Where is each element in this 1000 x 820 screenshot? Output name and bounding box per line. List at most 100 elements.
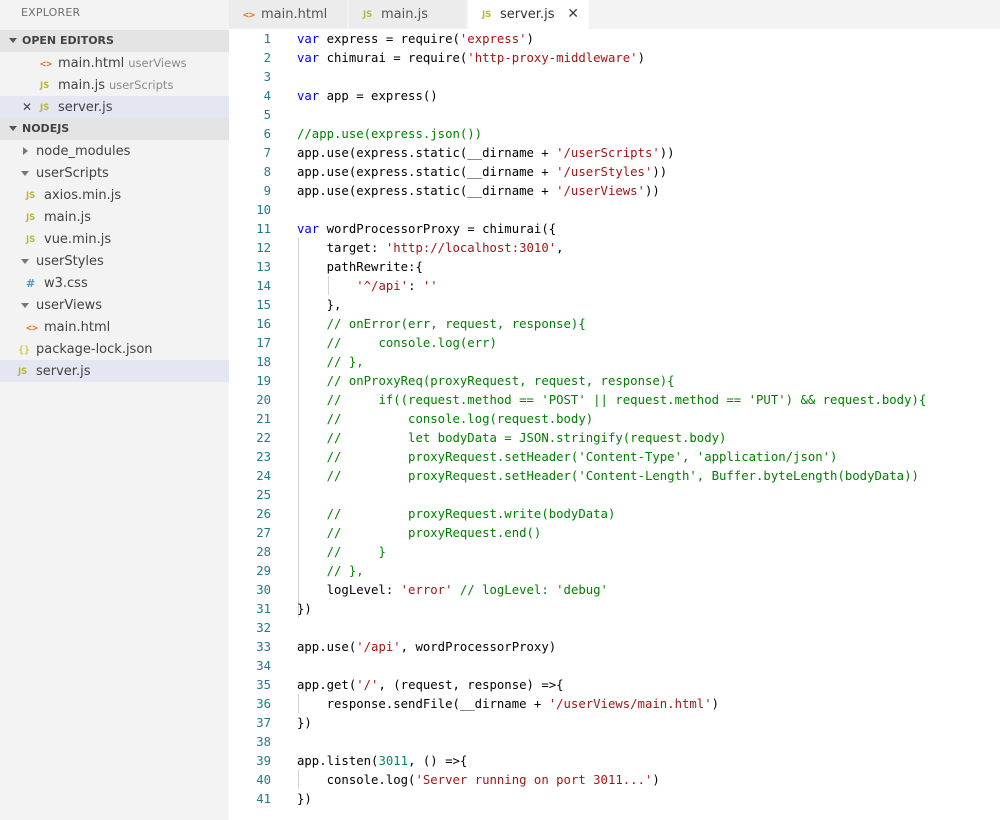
line-number: 40: [256, 773, 271, 787]
line-number: 8: [263, 165, 271, 179]
tree-item-label: userScripts: [36, 166, 109, 181]
open-editor-label: main.js: [58, 78, 105, 93]
line-number: 10: [256, 203, 271, 217]
line-number: 6: [263, 127, 271, 141]
code-text[interactable]: }): [297, 714, 312, 733]
code-text[interactable]: var app = express(): [297, 87, 438, 106]
line-number: 35: [256, 678, 271, 692]
code-text[interactable]: target: 'http://localhost:3010',: [297, 239, 564, 258]
tree-folder-node-modules[interactable]: node_modules: [0, 140, 229, 162]
js-file-icon: JS: [40, 103, 50, 113]
tree-file-w3css[interactable]: # w3.css: [0, 272, 229, 294]
tree-file-main-js[interactable]: JS main.js: [0, 206, 229, 228]
tree-item-label: package-lock.json: [36, 342, 153, 357]
line-number: 24: [256, 469, 271, 483]
code-text[interactable]: console.log('Server running on port 3011…: [297, 771, 660, 790]
line-number: 5: [263, 108, 271, 122]
code-text[interactable]: app.use(express.static(__dirname + '/use…: [297, 182, 660, 201]
tree-item-label: server.js: [36, 364, 91, 379]
code-text[interactable]: // console.log(err): [297, 334, 497, 353]
code-text[interactable]: // let bodyData = JSON.stringify(request…: [297, 429, 727, 448]
line-number: 38: [256, 735, 271, 749]
code-text[interactable]: // }: [297, 543, 386, 562]
tree-item-label: w3.css: [44, 276, 88, 291]
line-number: 13: [256, 260, 271, 274]
code-text[interactable]: // proxyRequest.setHeader('Content-Lengt…: [297, 467, 919, 486]
tree-item-label: userStyles: [36, 254, 104, 269]
code-text[interactable]: }): [297, 790, 312, 809]
line-number: 29: [256, 564, 271, 578]
code-text[interactable]: // proxyRequest.setHeader('Content-Type'…: [297, 448, 838, 467]
line-number: 7: [263, 146, 271, 160]
code-text[interactable]: app.use(express.static(__dirname + '/use…: [297, 163, 667, 182]
tree-file-server-js[interactable]: JS server.js: [0, 360, 229, 382]
tab-bar: <> main.html JS main.js JS server.js ✕: [229, 0, 1000, 29]
open-editor-main-html[interactable]: <> main.html userViews: [0, 52, 229, 74]
code-text[interactable]: // },: [297, 562, 364, 581]
tree-file-vue[interactable]: JS vue.min.js: [0, 228, 229, 250]
line-number: 31: [256, 602, 271, 616]
line-number: 19: [256, 374, 271, 388]
code-text[interactable]: // proxyRequest.end(): [297, 524, 542, 543]
tree-folder-userstyles[interactable]: userStyles: [0, 250, 229, 272]
code-text[interactable]: var wordProcessorProxy = chimurai({: [297, 220, 556, 239]
chevron-right-icon: [23, 147, 28, 155]
code-text[interactable]: app.use('/api', wordProcessorProxy): [297, 638, 556, 657]
code-text[interactable]: // if((request.method == 'POST' || reque…: [297, 391, 927, 410]
tree-file-main-html[interactable]: <> main.html: [0, 316, 229, 338]
code-text[interactable]: app.use(express.static(__dirname + '/use…: [297, 144, 675, 163]
code-text[interactable]: },: [297, 296, 342, 315]
code-text[interactable]: var chimurai = require('http-proxy-middl…: [297, 49, 645, 68]
line-number: 41: [256, 792, 271, 806]
line-number: 12: [256, 241, 271, 255]
line-number: 1: [263, 32, 271, 46]
line-number: 17: [256, 336, 271, 350]
code-text[interactable]: //app.use(express.json()): [297, 125, 482, 144]
code-text[interactable]: logLevel: 'error' // logLevel: 'debug': [297, 581, 608, 600]
code-text[interactable]: // console.log(request.body): [297, 410, 594, 429]
code-text[interactable]: // },: [297, 353, 364, 372]
line-number: 20: [256, 393, 271, 407]
code-text[interactable]: response.sendFile(__dirname + '/userView…: [297, 695, 719, 714]
line-number: 25: [256, 488, 271, 502]
project-header[interactable]: NODEJS: [0, 118, 229, 140]
code-text[interactable]: }): [297, 600, 312, 619]
tree-file-axios[interactable]: JS axios.min.js: [0, 184, 229, 206]
js-file-icon: JS: [26, 235, 36, 245]
html-file-icon: <>: [40, 59, 53, 70]
code-text[interactable]: app.listen(3011, () =>{: [297, 752, 467, 771]
js-file-icon: JS: [18, 367, 28, 377]
open-editor-desc: userViews: [128, 56, 187, 70]
open-editors-header[interactable]: OPEN EDITORS: [0, 30, 229, 52]
code-text[interactable]: // proxyRequest.write(bodyData): [297, 505, 616, 524]
chevron-down-icon: [21, 171, 29, 176]
line-number: 30: [256, 583, 271, 597]
code-text[interactable]: // onError(err, request, response){: [297, 315, 586, 334]
line-number: 28: [256, 545, 271, 559]
project-label: NODEJS: [22, 122, 70, 135]
close-icon[interactable]: ✕: [22, 96, 32, 118]
tab-main-html[interactable]: <> main.html: [229, 0, 348, 29]
line-number: 34: [256, 659, 271, 673]
line-number: 22: [256, 431, 271, 445]
tree-file-package-lock[interactable]: {} package-lock.json: [0, 338, 229, 360]
code-text[interactable]: '^/api': '': [297, 277, 437, 296]
js-file-icon: JS: [363, 10, 373, 20]
line-number: 14: [256, 279, 271, 293]
open-editor-label: main.html: [58, 56, 125, 71]
code-text[interactable]: pathRewrite:{: [297, 258, 423, 277]
code-editor[interactable]: 1 var express = require('express') 2 var ch…: [229, 29, 1000, 820]
chevron-down-icon: [9, 126, 17, 131]
tab-main-js[interactable]: JS main.js: [349, 0, 467, 29]
code-text[interactable]: var express = require('express'): [297, 30, 534, 49]
tree-folder-userscripts[interactable]: userScripts: [0, 162, 229, 184]
open-editor-server-js[interactable]: ✕ JS server.js: [0, 96, 229, 118]
open-editor-main-js[interactable]: JS main.js userScripts: [0, 74, 229, 96]
tree-folder-userviews[interactable]: userViews: [0, 294, 229, 316]
tab-server-js[interactable]: JS server.js ✕: [468, 0, 590, 29]
close-icon[interactable]: ✕: [567, 0, 579, 29]
code-text[interactable]: // onProxyReq(proxyRequest, request, res…: [297, 372, 675, 391]
tree-item-label: userViews: [36, 298, 102, 313]
js-file-icon: JS: [26, 213, 36, 223]
code-text[interactable]: app.get('/', (request, response) =>{: [297, 676, 564, 695]
